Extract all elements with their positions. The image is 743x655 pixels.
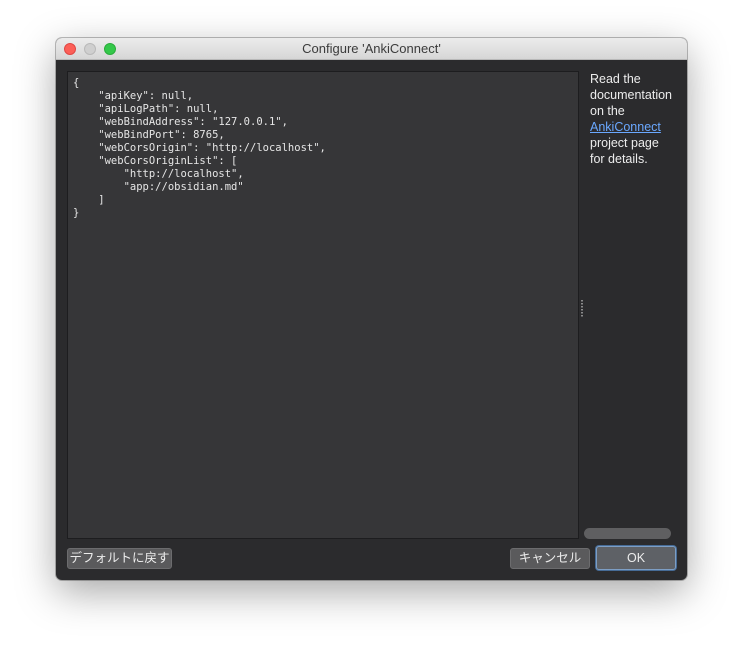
splitter-handle[interactable] (581, 300, 583, 318)
cancel-button[interactable]: キャンセル (510, 548, 590, 569)
help-line-4: project page (590, 136, 659, 150)
ok-button[interactable]: OK (596, 546, 676, 570)
help-line-2: documentation (590, 88, 673, 102)
help-horizontal-scrollbar[interactable] (584, 528, 671, 539)
help-line-5: for details. (590, 152, 648, 166)
restore-defaults-button[interactable]: デフォルトに戻す (67, 548, 172, 569)
ankiconnect-link[interactable]: AnkiConnect (590, 120, 661, 134)
config-json-text[interactable]: { "apiKey": null, "apiLogPath": null, "w… (73, 77, 573, 220)
configure-dialog: Configure 'AnkiConnect' { "apiKey": null… (56, 38, 687, 580)
window-title: Configure 'AnkiConnect' (302, 41, 441, 56)
help-line-3: on the (590, 104, 625, 118)
help-panel: Read the documentation on the AnkiConnec… (590, 71, 676, 167)
config-editor[interactable]: { "apiKey": null, "apiLogPath": null, "w… (67, 71, 579, 539)
title-bar[interactable]: Configure 'AnkiConnect' (56, 38, 687, 60)
help-line-1: Read the (590, 72, 641, 86)
